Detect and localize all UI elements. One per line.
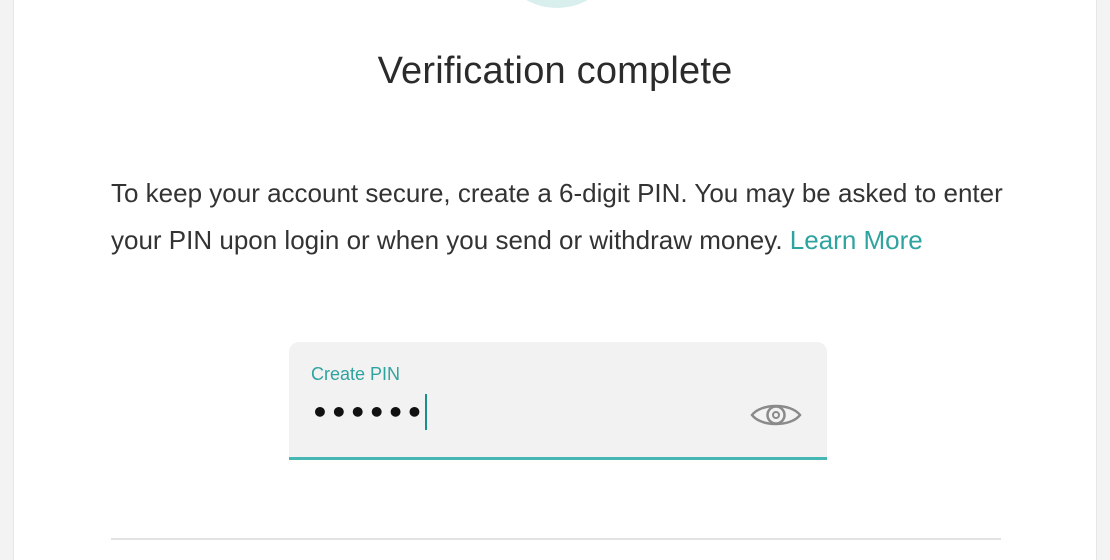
pin-input[interactable]: ••••••: [311, 394, 428, 432]
create-pin-field[interactable]: Create PIN ••••••: [289, 342, 827, 460]
learn-more-link[interactable]: Learn More: [790, 225, 923, 255]
page-title: Verification complete: [377, 50, 733, 92]
pin-masked-value: ••••••: [311, 396, 425, 429]
show-pin-eye-icon[interactable]: [749, 397, 803, 433]
pin-field-label: Create PIN: [311, 364, 401, 384]
verification-card: Verification complete To keep your accou…: [13, 0, 1097, 560]
success-badge-icon: [494, 0, 620, 8]
divider: [111, 538, 1001, 540]
description-text: To keep your account secure, create a 6-…: [111, 170, 1011, 264]
text-caret: [425, 394, 428, 430]
eye-icon: [750, 404, 802, 426]
